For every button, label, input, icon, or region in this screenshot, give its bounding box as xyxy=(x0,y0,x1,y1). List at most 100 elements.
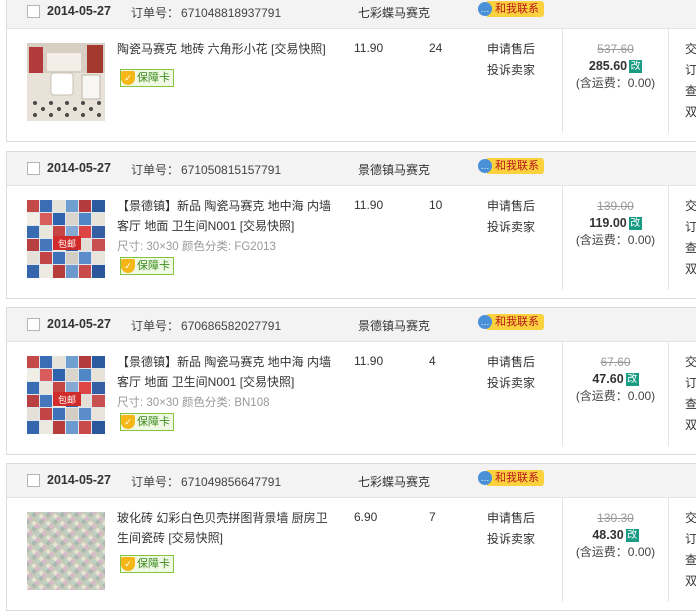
order-detail-link[interactable]: 订 xyxy=(685,532,696,546)
order-card: 2014-05-27 订单号： 671050815157791 景德镇马赛克 … 和… xyxy=(6,151,696,299)
guarantee-card-badge[interactable]: ✓ 保障卡 xyxy=(120,257,174,275)
contact-label: 和我联系 xyxy=(487,1,544,17)
apply-after-sale-link[interactable]: 申请售后 xyxy=(487,42,535,56)
order-header: 2014-05-27 订单号： 670686582027791 景德镇马赛克 … 和… xyxy=(7,308,696,342)
column-divider xyxy=(668,29,669,133)
extra-link[interactable]: 双 xyxy=(685,418,696,432)
order-checkbox[interactable] xyxy=(27,5,40,18)
original-total: 67.60 xyxy=(600,355,631,369)
order-number-value: 671048818937791 xyxy=(181,6,282,20)
guarantee-label: 保障卡 xyxy=(137,558,170,570)
shop-link[interactable]: 七彩蝶马赛克 xyxy=(358,4,430,21)
modify-price-icon[interactable]: 改 xyxy=(625,373,639,387)
extra-link[interactable]: 双 xyxy=(685,262,696,276)
shield-icon: ✓ xyxy=(121,557,135,571)
status-link[interactable]: 交 xyxy=(685,199,696,213)
status-link[interactable]: 交 xyxy=(685,355,696,369)
after-sale-actions: 申请售后 投诉卖家 xyxy=(487,352,535,394)
contact-seller-button[interactable]: … 和我联系 xyxy=(478,157,544,175)
sku-color-value: BN108 xyxy=(234,397,270,409)
logistics-link[interactable]: 查 xyxy=(685,84,696,98)
chat-bubble-icon: … xyxy=(478,471,492,485)
contact-label: 和我联系 xyxy=(487,470,544,486)
order-number-value: 670686582027791 xyxy=(181,319,282,333)
complain-seller-link[interactable]: 投诉卖家 xyxy=(487,376,535,390)
order-date: 2014-05-27 xyxy=(47,473,111,487)
extra-link[interactable]: 双 xyxy=(685,105,696,119)
order-number: 订单号： 670686582027791 xyxy=(131,317,281,334)
product-thumbnail[interactable] xyxy=(27,512,105,590)
order-number-label: 订单号： xyxy=(131,319,180,333)
order-number-label: 订单号： xyxy=(131,6,180,20)
order-card: 2014-05-27 订单号： 671048818937791 七彩蝶马赛克 … 和… xyxy=(6,0,696,142)
trade-status-actions: 交 订 查 双 xyxy=(685,352,696,436)
product-thumbnail[interactable]: 包邮 xyxy=(27,200,105,278)
guarantee-card-badge[interactable]: ✓ 保障卡 xyxy=(120,413,174,431)
logistics-link[interactable]: 查 xyxy=(685,553,696,567)
guarantee-label: 保障卡 xyxy=(137,260,170,272)
order-body: 玻化砖 幻彩白色贝壳拼图背景墙 厨房卫生间瓷砖 [交易快照] ✓ 保障卡 6.90… xyxy=(7,498,696,602)
after-sale-actions: 申请售后 投诉卖家 xyxy=(487,196,535,238)
after-sale-actions: 申请售后 投诉卖家 xyxy=(487,508,535,550)
logistics-link[interactable]: 查 xyxy=(685,241,696,255)
order-card: 2014-05-27 订单号： 670686582027791 景德镇马赛克 … 和… xyxy=(6,307,696,455)
shield-icon: ✓ xyxy=(121,259,135,273)
contact-seller-button[interactable]: … 和我联系 xyxy=(478,469,544,487)
order-total: 67.60 47.60 改 (含运费：0.00) xyxy=(563,354,668,405)
apply-after-sale-link[interactable]: 申请售后 xyxy=(487,511,535,525)
product-thumbnail[interactable]: 包邮 xyxy=(27,356,105,434)
product-title-link[interactable]: 【景德镇】新品 陶瓷马赛克 地中海 内墙客厅 地面 卫生间N001 [交易快照] xyxy=(117,352,337,392)
sku-size-label: 尺寸: xyxy=(117,241,144,253)
unit-price: 6.90 xyxy=(354,510,378,524)
order-checkbox[interactable] xyxy=(27,318,40,331)
product-title-link[interactable]: 玻化砖 幻彩白色贝壳拼图背景墙 厨房卫生间瓷砖 [交易快照] xyxy=(117,508,337,548)
quantity: 24 xyxy=(429,41,443,55)
order-header: 2014-05-27 订单号： 671048818937791 七彩蝶马赛克 … 和… xyxy=(7,0,696,29)
guarantee-card-badge[interactable]: ✓ 保障卡 xyxy=(120,555,174,573)
product-title-link[interactable]: 陶瓷马赛克 地砖 六角形小花 [交易快照] xyxy=(117,39,337,59)
order-checkbox[interactable] xyxy=(27,162,40,175)
apply-after-sale-link[interactable]: 申请售后 xyxy=(487,199,535,213)
paid-total: 285.60 xyxy=(588,59,628,73)
original-total: 130.30 xyxy=(597,511,634,525)
order-header: 2014-05-27 订单号： 671050815157791 景德镇马赛克 … 和… xyxy=(7,152,696,186)
shop-link[interactable]: 七彩蝶马赛克 xyxy=(358,473,430,490)
order-number-label: 订单号： xyxy=(131,163,180,177)
original-total: 139.00 xyxy=(597,199,634,213)
extra-link[interactable]: 双 xyxy=(685,574,696,588)
order-checkbox[interactable] xyxy=(27,474,40,487)
product-thumbnail[interactable] xyxy=(27,43,105,121)
order-total: 139.00 119.00 改 (含运费：0.00) xyxy=(563,198,668,249)
trade-status-actions: 交 订 查 双 xyxy=(685,508,696,592)
order-number-value: 671050815157791 xyxy=(181,163,282,177)
column-divider xyxy=(668,498,669,602)
order-detail-link[interactable]: 订 xyxy=(685,63,696,77)
chat-bubble-icon: … xyxy=(478,315,492,329)
logistics-link[interactable]: 查 xyxy=(685,397,696,411)
order-detail-link[interactable]: 订 xyxy=(685,220,696,234)
product-title-link[interactable]: 【景德镇】新品 陶瓷马赛克 地中海 内墙客厅 地面 卫生间N001 [交易快照] xyxy=(117,196,337,236)
complain-seller-link[interactable]: 投诉卖家 xyxy=(487,63,535,77)
status-link[interactable]: 交 xyxy=(685,511,696,525)
original-total: 537.60 xyxy=(597,42,634,56)
order-detail-link[interactable]: 订 xyxy=(685,376,696,390)
contact-seller-button[interactable]: … 和我联系 xyxy=(478,313,544,331)
sku-size-label: 尺寸: xyxy=(117,397,144,409)
contact-label: 和我联系 xyxy=(487,158,544,174)
shop-link[interactable]: 景德镇马赛克 xyxy=(358,317,430,334)
shield-icon: ✓ xyxy=(121,415,135,429)
guarantee-card-badge[interactable]: ✓ 保障卡 xyxy=(120,69,174,87)
contact-seller-button[interactable]: … 和我联系 xyxy=(478,0,544,18)
order-date: 2014-05-27 xyxy=(47,317,111,331)
guarantee-label: 保障卡 xyxy=(137,72,170,84)
apply-after-sale-link[interactable]: 申请售后 xyxy=(487,355,535,369)
modify-price-icon[interactable]: 改 xyxy=(628,217,642,231)
order-body: 包邮 【景德镇】新品 陶瓷马赛克 地中海 内墙客厅 地面 卫生间N001 [交易… xyxy=(7,186,696,290)
status-link[interactable]: 交 xyxy=(685,42,696,56)
complain-seller-link[interactable]: 投诉卖家 xyxy=(487,532,535,546)
order-body: 陶瓷马赛克 地砖 六角形小花 [交易快照] ✓ 保障卡 11.90 24 申请售后… xyxy=(7,29,696,133)
modify-price-icon[interactable]: 改 xyxy=(629,60,643,74)
shop-link[interactable]: 景德镇马赛克 xyxy=(358,161,430,178)
modify-price-icon[interactable]: 改 xyxy=(625,529,639,543)
complain-seller-link[interactable]: 投诉卖家 xyxy=(487,220,535,234)
